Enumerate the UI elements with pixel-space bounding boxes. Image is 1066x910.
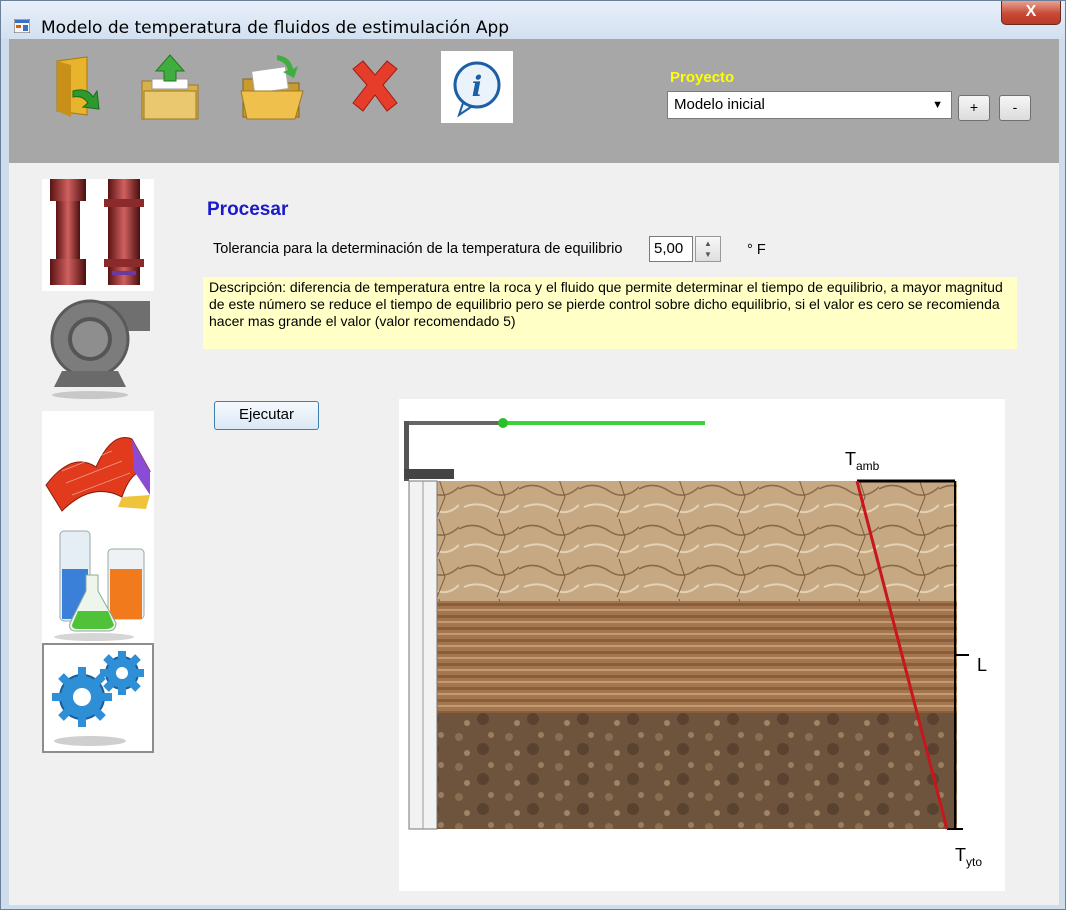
tolerance-label: Tolerancia para la determinación de la t… — [213, 241, 623, 257]
project-select[interactable]: Modelo inicial ▼ — [667, 91, 952, 119]
sidebar-item-pump[interactable] — [42, 291, 154, 403]
lab-flasks-icon — [54, 530, 145, 641]
add-project-button[interactable]: + — [958, 95, 990, 121]
close-button[interactable]: X — [1001, 1, 1061, 25]
wellbore-diagram-svg: Tamb L Tyto — [404, 418, 987, 869]
description-box: Descripción: diferencia de temperatura e… — [203, 277, 1017, 349]
t-amb-label: Tamb — [845, 449, 880, 473]
svg-text:i: i — [472, 70, 483, 103]
folder-exit-icon[interactable] — [43, 51, 115, 123]
delete-x-icon[interactable] — [339, 51, 411, 123]
project-label: Proyecto — [670, 69, 735, 86]
folder-upload-icon[interactable] — [134, 51, 206, 123]
tolerance-spinner[interactable]: ▲ ▼ — [695, 236, 721, 262]
title-bar: Modelo de temperatura de fluidos de esti… — [1, 1, 1065, 39]
project-select-value: Modelo inicial — [674, 96, 765, 113]
close-icon: X — [1025, 3, 1037, 20]
spin-up-icon: ▲ — [704, 239, 712, 248]
sidebar-item-lab[interactable] — [42, 525, 154, 643]
spin-down-icon: ▼ — [704, 250, 712, 259]
length-label: L — [977, 655, 987, 675]
remove-project-button[interactable]: - — [999, 95, 1031, 121]
sidebar-item-tubing[interactable] — [42, 179, 154, 291]
info-button[interactable]: i — [441, 51, 513, 123]
app-icon — [14, 19, 30, 33]
gears-icon — [52, 651, 144, 746]
run-button[interactable]: Ejecutar — [214, 401, 319, 430]
t-yto-label: Tyto — [955, 845, 982, 869]
wellbore-diagram: Tamb L Tyto — [399, 399, 1005, 891]
folder-open-icon[interactable] — [237, 51, 309, 123]
sidebar-item-surface[interactable] — [42, 411, 154, 525]
sidebar-item-process[interactable] — [42, 643, 154, 753]
toolbar: i Proyecto Modelo inicial ▼ + - — [9, 39, 1059, 163]
pipe-tubing-icon — [50, 179, 144, 285]
surface-3d-plot-icon — [45, 437, 151, 512]
pump-icon — [50, 299, 150, 399]
info-icon: i — [453, 61, 501, 118]
app-window: Modelo de temperatura de fluidos de esti… — [0, 0, 1066, 910]
window-title: Modelo de temperatura de fluidos de esti… — [41, 18, 510, 38]
chevron-down-icon: ▼ — [932, 99, 943, 111]
tolerance-input[interactable]: 5,00 — [649, 236, 693, 262]
section-title: Procesar — [207, 199, 289, 220]
tolerance-unit: ° F — [747, 242, 766, 258]
client-area: i Proyecto Modelo inicial ▼ + - Procesar… — [9, 39, 1059, 905]
